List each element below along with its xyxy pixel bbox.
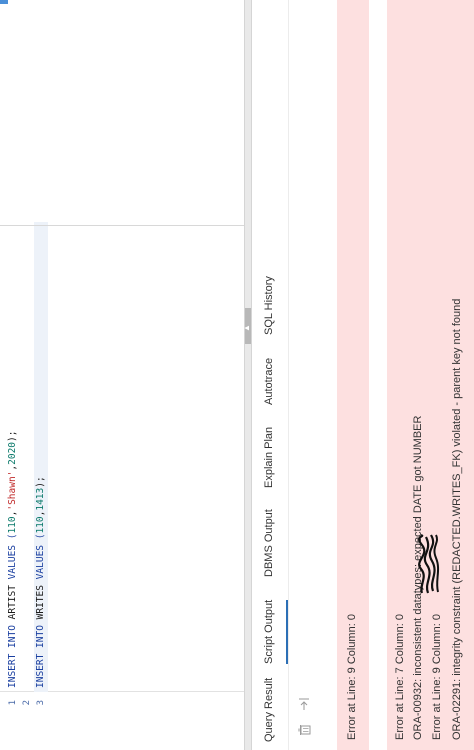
collapse-arrow-icon[interactable]: ▲ <box>242 324 252 332</box>
sql-worksheet: 1 2 3 INSERT INTO ARTIST VALUES (110,'Sh… <box>0 0 474 750</box>
code-token: 1413 <box>35 487 46 511</box>
trash-icon[interactable] <box>298 722 314 738</box>
line-number: 1 <box>8 700 18 706</box>
code-token: INSERT INTO <box>35 619 46 688</box>
code-token: ); <box>35 476 46 488</box>
redaction-scribble <box>418 533 440 594</box>
code-token: ); <box>7 430 18 442</box>
tab-sql-history[interactable]: SQL History <box>252 276 286 335</box>
panel-splitter[interactable]: ▲ <box>242 0 252 750</box>
code-token: INSERT INTO <box>7 619 18 688</box>
export-icon[interactable] <box>298 696 314 712</box>
code-token: 2020 <box>7 441 18 465</box>
code-line[interactable]: INSERT INTO ARTIST VALUES (110,'Shawn',2… <box>6 431 20 688</box>
error-location: Error at Line: 9 Column: 0 <box>431 614 443 740</box>
code-token: 110 <box>35 516 46 534</box>
tab-query-result[interactable]: Query Result <box>252 678 286 742</box>
code-line-current[interactable]: INSERT INTO WRITES VALUES (110,1413); <box>34 222 48 692</box>
code-token: ARTIST <box>7 579 18 620</box>
code-token: VALUES ( <box>35 533 46 580</box>
line-number: 3 <box>36 700 46 706</box>
code-token: 110 <box>7 516 18 534</box>
editor-scroll-marker <box>0 0 8 4</box>
results-tab-bar: Query Result Script Output DBMS Output E… <box>252 0 289 750</box>
tab-explain-plan[interactable]: Explain Plan <box>252 427 286 488</box>
code-token: WRITES <box>35 579 46 620</box>
error-location: Error at Line: 9 Column: 0 <box>346 614 358 740</box>
tab-script-output[interactable]: Script Output <box>252 599 288 664</box>
code-token: VALUES ( <box>7 533 18 580</box>
code-token: 'Shawn' <box>7 470 18 511</box>
results-panel: Query Result Script Output DBMS Output E… <box>252 0 474 750</box>
line-number: 2 <box>22 700 32 706</box>
tab-dbms-output[interactable]: DBMS Output <box>252 509 286 577</box>
sql-editor[interactable]: 1 2 3 INSERT INTO ARTIST VALUES (110,'Sh… <box>0 0 244 750</box>
code-token: , <box>7 464 18 471</box>
line-number-gutter: 1 2 3 <box>0 691 244 750</box>
code-token: , <box>7 510 18 517</box>
code-token: , <box>35 510 46 517</box>
error-message-block: Error at Line: 9 Column: 0 ORA-02291: in… <box>424 0 474 750</box>
error-message: ORA-02291: integrity constraint (REDACTE… <box>451 298 463 740</box>
tab-autotrace[interactable]: Autotrace <box>252 358 286 405</box>
error-message-block: Error at Line: 9 Column: 0 <box>337 0 369 750</box>
error-location: Error at Line: 7 Column: 0 <box>394 614 406 740</box>
editor-margin-divider <box>0 225 244 226</box>
output-toolbar <box>290 690 326 750</box>
